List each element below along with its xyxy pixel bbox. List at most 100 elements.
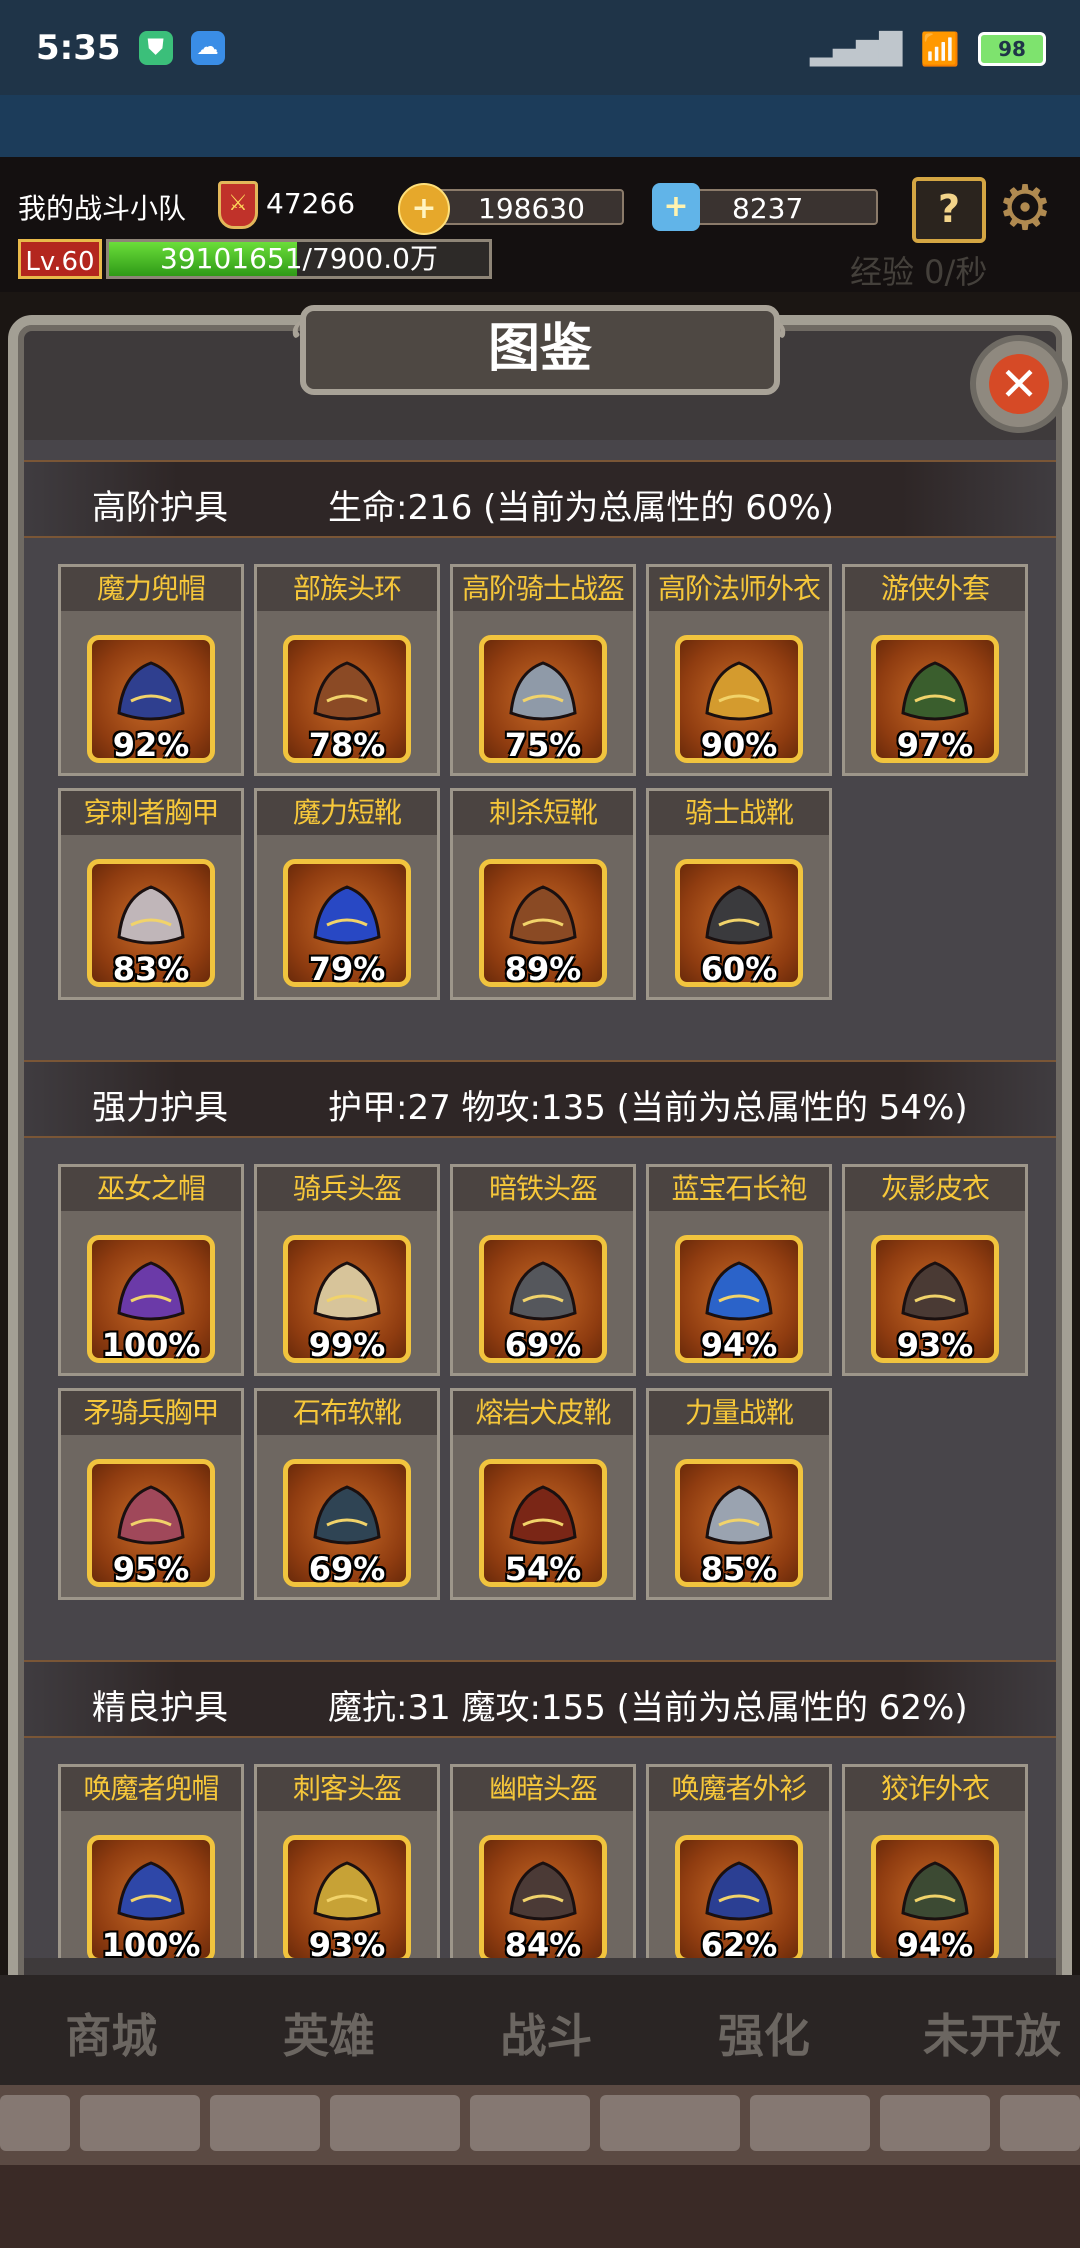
player-header: 我的战斗小队 ⚔ 47266 198630 + 8237 + ? ⚙ Lv.60…	[0, 157, 1080, 292]
equipment-icon	[313, 1485, 381, 1545]
item-name: 蓝宝石长袍	[649, 1167, 829, 1211]
item-completion: 100%	[101, 1926, 201, 1958]
equipment-icon	[313, 661, 381, 721]
codex-item-card[interactable]: 幽暗头盔 84%	[450, 1764, 636, 1958]
item-completion: 62%	[700, 1926, 778, 1958]
codex-item-card[interactable]: 蓝宝石长袍 94%	[646, 1164, 832, 1376]
item-completion: 69%	[308, 1550, 386, 1588]
gem-plus-icon[interactable]: +	[652, 183, 700, 231]
item-name: 刺客头盔	[257, 1767, 437, 1811]
section-stat: 生命:216 (当前为总属性的 60%)	[328, 488, 835, 528]
codex-item-card[interactable]: 矛骑兵胸甲 95%	[58, 1388, 244, 1600]
gold-plus-icon[interactable]: +	[398, 183, 450, 235]
gem-counter[interactable]: 8237	[672, 189, 878, 225]
codex-item-card[interactable]: 唤魔者兜帽 100%	[58, 1764, 244, 1958]
item-completion: 97%	[896, 726, 974, 764]
wifi-icon: 📶	[920, 30, 960, 68]
top-banner	[0, 95, 1080, 157]
nav-tab[interactable]: 商城	[12, 2000, 212, 2070]
exp-text: 39101651/7900.0万	[109, 242, 489, 276]
item-name: 灰影皮衣	[845, 1167, 1025, 1211]
item-frame: 93%	[283, 1835, 411, 1958]
item-name: 力量战靴	[649, 1391, 829, 1435]
nav-tab[interactable]: 强化	[664, 2000, 864, 2070]
item-completion: 83%	[112, 950, 190, 988]
codex-item-card[interactable]: 骑兵头盔 99%	[254, 1164, 440, 1376]
exp-total: /7900.0万	[302, 242, 438, 275]
codex-item-card[interactable]: 暗铁头盔 69%	[450, 1164, 636, 1376]
item-name: 穿刺者胸甲	[61, 791, 241, 835]
codex-item-card[interactable]: 魔力短靴 79%	[254, 788, 440, 1000]
item-frame: 79%	[283, 859, 411, 988]
item-frame: 100%	[87, 1835, 215, 1958]
codex-item-card[interactable]: 巫女之帽 100%	[58, 1164, 244, 1376]
shield-app-icon: ⛊	[138, 30, 173, 65]
item-completion: 89%	[504, 950, 582, 988]
equipment-icon	[705, 1861, 773, 1921]
codex-item-card[interactable]: 游侠外套 97%	[842, 564, 1028, 776]
item-completion: 94%	[700, 1326, 778, 1364]
equipment-icon	[117, 1485, 185, 1545]
equipment-icon	[901, 1861, 969, 1921]
help-book-icon[interactable]: ?	[912, 177, 986, 243]
team-name: 我的战斗小队	[18, 192, 187, 225]
equipment-icon	[901, 661, 969, 721]
equipment-icon	[509, 1861, 577, 1921]
codex-item-card[interactable]: 石布软靴 69%	[254, 1388, 440, 1600]
codex-item-card[interactable]: 唤魔者外衫 62%	[646, 1764, 832, 1958]
gold-value: 198630	[478, 192, 585, 225]
codex-item-card[interactable]: 穿刺者胸甲 83%	[58, 788, 244, 1000]
exp-rate: 经验 0/秒	[850, 253, 988, 291]
item-frame: 94%	[675, 1235, 803, 1364]
codex-item-card[interactable]: 高阶骑士战盔 75%	[450, 564, 636, 776]
item-name: 骑士战靴	[649, 791, 829, 835]
codex-item-card[interactable]: 刺杀短靴 89%	[450, 788, 636, 1000]
codex-item-card[interactable]: 部族头环 78%	[254, 564, 440, 776]
nav-tab[interactable]: 战斗	[447, 2000, 647, 2070]
item-name: 骑兵头盔	[257, 1167, 437, 1211]
equipment-icon	[509, 1485, 577, 1545]
equipment-icon	[117, 885, 185, 945]
codex-item-card[interactable]: 高阶法师外衣 90%	[646, 564, 832, 776]
codex-item-card[interactable]: 灰影皮衣 93%	[842, 1164, 1028, 1376]
codex-item-card[interactable]: 力量战靴 85%	[646, 1388, 832, 1600]
item-completion: 100%	[101, 1326, 201, 1364]
codex-list[interactable]: 高阶护具 生命:216 (当前为总属性的 60%) 魔力兜帽 92% 部族头环 78% 高阶…	[24, 440, 1056, 1958]
item-name: 魔力兜帽	[61, 567, 241, 611]
codex-item-card[interactable]: 骑士战靴 60%	[646, 788, 832, 1000]
codex-item-card[interactable]: 魔力兜帽 92%	[58, 564, 244, 776]
equipment-icon	[117, 661, 185, 721]
item-frame: 69%	[479, 1235, 607, 1364]
nav-tab[interactable]: 英雄	[229, 2000, 429, 2070]
section-name: 精良护具	[92, 1688, 228, 1728]
item-completion: 79%	[308, 950, 386, 988]
codex-item-card[interactable]: 刺客头盔 93%	[254, 1764, 440, 1958]
equipment-icon	[901, 1261, 969, 1321]
item-name: 唤魔者兜帽	[61, 1767, 241, 1811]
item-name: 魔力短靴	[257, 791, 437, 835]
item-completion: 95%	[112, 1550, 190, 1588]
item-frame: 78%	[283, 635, 411, 764]
close-button[interactable]: ✕	[970, 335, 1068, 433]
equipment-icon	[313, 885, 381, 945]
item-name: 矛骑兵胸甲	[61, 1391, 241, 1435]
equipment-icon	[313, 1261, 381, 1321]
item-frame: 89%	[479, 859, 607, 988]
section-header: 精良护具 魔抗:31 魔攻:155 (当前为总属性的 62%)	[24, 1660, 1056, 1738]
panel-title: 图鉴	[300, 305, 780, 395]
item-name: 高阶骑士战盔	[453, 567, 633, 611]
exp-current: 39101651	[160, 242, 303, 275]
signal-icon: ▂▄▆█	[809, 31, 903, 67]
equipment-icon	[117, 1861, 185, 1921]
item-frame: 69%	[283, 1459, 411, 1588]
item-frame: 100%	[87, 1235, 215, 1364]
codex-item-card[interactable]: 狡诈外衣 94%	[842, 1764, 1028, 1958]
gear-icon[interactable]: ⚙	[994, 177, 1056, 239]
item-name: 刺杀短靴	[453, 791, 633, 835]
item-frame: 95%	[87, 1459, 215, 1588]
close-icon: ✕	[989, 354, 1049, 414]
item-name: 石布软靴	[257, 1391, 437, 1435]
nav-tab[interactable]: 未开放	[882, 2000, 1080, 2070]
item-completion: 78%	[308, 726, 386, 764]
codex-item-card[interactable]: 熔岩犬皮靴 54%	[450, 1388, 636, 1600]
